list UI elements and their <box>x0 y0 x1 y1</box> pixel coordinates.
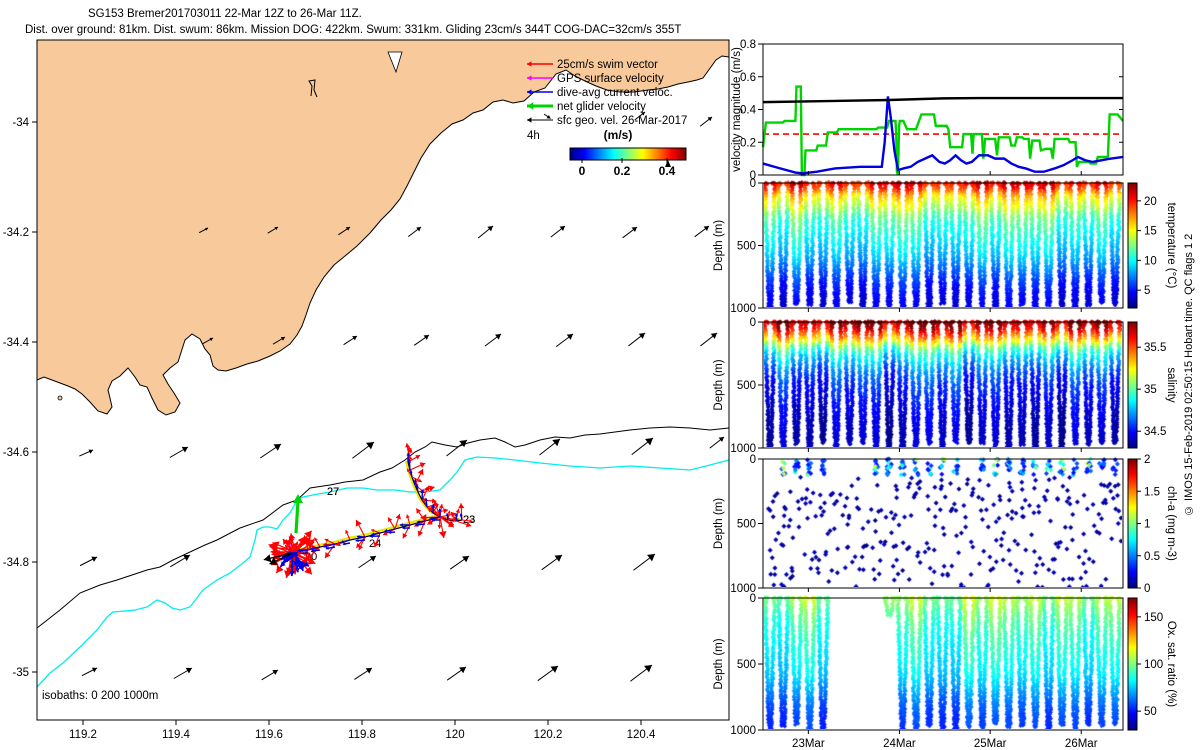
svg-text:isobaths: 0 200 1000m: isobaths: 0 200 1000m <box>42 690 158 702</box>
svg-text:Depth (m): Depth (m) <box>713 359 725 410</box>
svg-text:27: 27 <box>327 486 339 498</box>
salinity_section-panel: 05001000Depth (m)34.53535.5salinity <box>713 317 1177 455</box>
temperature_section-panel: 0 500 1000 Depth (m) 5 10 15 20 temperature (°C) <box>713 178 1177 315</box>
svg-text:0: 0 <box>750 317 756 329</box>
svg-text:120.4: 120.4 <box>627 729 656 741</box>
svg-text:0: 0 <box>750 454 756 466</box>
svg-text:25cm/s swim vector: 25cm/s swim vector <box>557 59 658 71</box>
oxygen_section-frame <box>762 597 1124 731</box>
svg-text:0: 0 <box>750 593 756 605</box>
svg-text:34.5: 34.5 <box>1144 426 1166 438</box>
temperature_section-frame <box>762 182 1124 309</box>
svg-text:5: 5 <box>1144 285 1150 297</box>
svg-text:Depth (m): Depth (m) <box>713 220 725 271</box>
svg-text:temperature (°C): temperature (°C) <box>1165 203 1177 289</box>
svg-text:119.4: 119.4 <box>162 729 191 741</box>
svg-text:120.2: 120.2 <box>534 729 563 741</box>
svg-text:150: 150 <box>1144 612 1163 624</box>
chlorophyll_section-panel: 05001000Depth (m)00.511.52chl-a (mg m-3) <box>713 454 1177 595</box>
svg-text:4h: 4h <box>527 130 540 142</box>
svg-text:0: 0 <box>579 164 586 178</box>
svg-text:sfc geo. vel. 26-Mar-2017: sfc geo. vel. 26-Mar-2017 <box>557 115 687 127</box>
chlorophyll_section-colorbar <box>1127 458 1138 589</box>
svg-text:35.5: 35.5 <box>1144 342 1166 354</box>
svg-text:1: 1 <box>1144 519 1150 531</box>
svg-text:0: 0 <box>750 178 756 190</box>
svg-text:1000: 1000 <box>730 303 756 315</box>
legend-arrow-4-icon <box>527 102 553 110</box>
svg-text:500: 500 <box>737 380 756 392</box>
svg-text:25Mar: 25Mar <box>974 738 1007 750</box>
svg-text:-34.6: -34.6 <box>3 447 29 459</box>
svg-text:-34: -34 <box>12 117 29 129</box>
svg-text:velocity magnitude (m/s): velocity magnitude (m/s) <box>731 47 743 172</box>
figure-canvas: 27242023272325cm/s swim vectorGPS surfac… <box>3 39 1177 750</box>
svg-text:dive-avg current veloc.: dive-avg current veloc. <box>557 87 673 99</box>
oxygen_section-colorbar <box>1127 597 1138 731</box>
svg-text:-35: -35 <box>12 667 29 679</box>
glider-mission-figure: SG153 Bremer201703011 22-Mar 12Z to 26-M… <box>0 0 1200 750</box>
svg-text:50: 50 <box>1144 706 1157 718</box>
svg-text:24Mar: 24Mar <box>883 738 916 750</box>
svg-text:500: 500 <box>737 519 756 531</box>
svg-text:salinity: salinity <box>1165 367 1177 402</box>
svg-text:500: 500 <box>737 241 756 253</box>
svg-text:120: 120 <box>445 729 464 741</box>
imos-watermark: © IMOS 15-Feb-2019 02:50:15 Hobart time.… <box>1183 233 1195 517</box>
svg-text:0.2: 0.2 <box>614 164 631 178</box>
svg-text:0: 0 <box>1144 583 1150 595</box>
oxygen_section-panel: 0 500 1000 Depth (m) 50 100 150Ox. sat. ratio … <box>713 593 1177 750</box>
isobath-200m <box>36 426 730 629</box>
svg-text:500: 500 <box>737 659 756 671</box>
velocity-series-3 <box>762 96 1124 175</box>
svg-text:chl-a (mg m-3): chl-a (mg m-3) <box>1165 486 1177 561</box>
chlorophyll_section-frame <box>762 458 1124 589</box>
svg-text:(m/s): (m/s) <box>604 128 633 142</box>
svg-text:0.5: 0.5 <box>1144 551 1160 563</box>
svg-text:1000: 1000 <box>730 725 756 737</box>
svg-text:119.2: 119.2 <box>69 729 97 741</box>
legend-arrow-5-icon <box>527 113 553 123</box>
isobaths-caption: isobaths: 0 200 1000m <box>42 690 158 702</box>
svg-text:-34.2: -34.2 <box>3 227 29 239</box>
salinity_section-frame <box>762 321 1124 449</box>
svg-text:Ox. sat. ratio (%): Ox. sat. ratio (%) <box>1165 621 1177 707</box>
svg-text:10: 10 <box>1144 255 1157 267</box>
svg-text:100: 100 <box>1144 659 1163 671</box>
svg-text:119.6: 119.6 <box>255 729 283 741</box>
svg-text:1.5: 1.5 <box>1144 486 1160 498</box>
salinity_section-colorbar <box>1127 321 1138 449</box>
svg-text:Depth (m): Depth (m) <box>713 638 725 689</box>
svg-text:net glider velocity: net glider velocity <box>557 101 646 113</box>
svg-text:20: 20 <box>1144 196 1157 208</box>
svg-text:23Mar: 23Mar <box>792 738 825 750</box>
svg-text:26Mar: 26Mar <box>1065 738 1098 750</box>
svg-text:119.8: 119.8 <box>348 729 376 741</box>
velocity-series-4 <box>762 96 1123 104</box>
svg-text:-34.8: -34.8 <box>3 557 29 569</box>
svg-text:-34.4: -34.4 <box>3 337 30 349</box>
velocity-panel: 00.20.40.60.8velocity magnitude (m/s) <box>731 39 1124 182</box>
map-legend-colorbar <box>569 147 687 161</box>
net-glider-velocity-arrow <box>293 494 303 534</box>
small-island <box>57 395 63 401</box>
svg-text:2: 2 <box>1144 454 1150 466</box>
svg-text:GPS surface velocity: GPS surface velocity <box>557 73 664 85</box>
svg-text:15: 15 <box>1144 226 1157 238</box>
velocity-frame <box>762 43 1124 176</box>
temperature_section-colorbar <box>1127 182 1138 309</box>
svg-text:Depth (m): Depth (m) <box>713 498 725 549</box>
svg-text:35: 35 <box>1144 384 1157 396</box>
map-panel: 27242023272325cm/s swim vectorGPS surfac… <box>3 39 730 741</box>
